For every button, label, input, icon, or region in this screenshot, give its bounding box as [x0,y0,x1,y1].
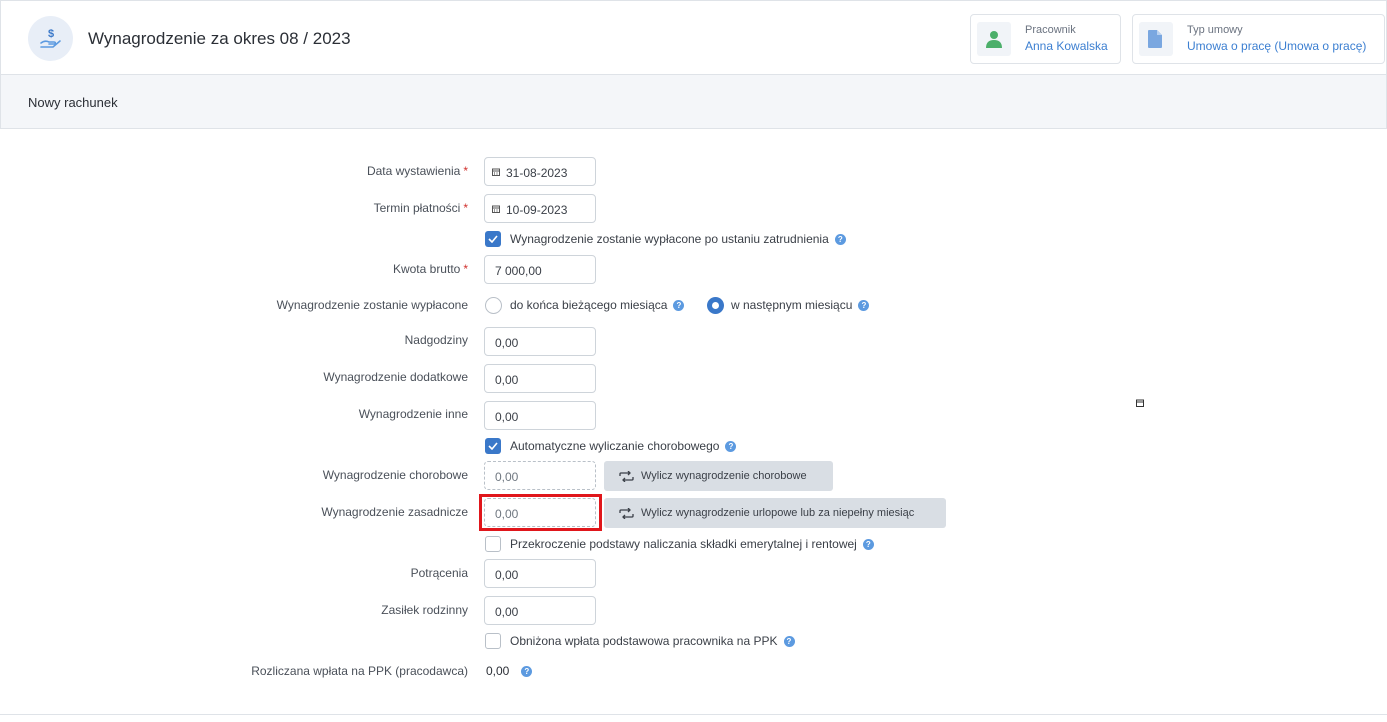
help-icon[interactable]: ? [834,234,846,245]
additional-pay-input[interactable]: 0,00 [484,364,596,393]
refresh-icon [619,471,634,482]
radio-next-month-label: w następnym miesiącu? [731,298,870,312]
other-pay-label: Wynagrodzenie inne [358,407,468,421]
radio-current-month-label: do końca bieżącego miesiąca? [510,298,685,312]
help-icon[interactable]: ? [673,300,685,311]
ppk-employer-value: 0,00? [486,664,533,678]
ppk-reduced-checkbox[interactable] [485,633,501,649]
refresh-icon [619,508,634,519]
check-icon [488,235,498,243]
svg-text:$: $ [48,28,54,40]
other-pay-value: 0,00 [495,410,519,424]
page-title: Wynagrodzenie za okres 08 / 2023 [88,29,351,48]
check-icon [488,442,498,450]
gross-amount-label: Kwota brutto * [392,262,468,276]
payment-term-input[interactable]: 10-09-2023 [484,194,596,223]
sick-pay-input[interactable]: 0,00 [484,461,596,490]
payment-term-label: Termin płatności * [373,201,468,215]
calculate-sick-pay-button[interactable]: Wylicz wynagrodzenie chorobowe [604,461,833,491]
payment-term-value: 10-09-2023 [506,203,568,217]
ppk-employer-label: Rozliczana wpłata na PPK (pracodawca) [251,664,468,678]
help-icon[interactable]: ? [858,300,870,311]
employee-card[interactable]: Pracownik Anna Kowalska [970,14,1121,64]
user-icon [977,22,1011,56]
calendar-icon [492,205,500,213]
employee-label: Pracownik [1025,24,1076,36]
deductions-label: Potrącenia [410,566,468,580]
base-pay-label: Wynagrodzenie zasadnicze [321,505,468,519]
document-icon [1139,22,1173,56]
family-allowance-input[interactable]: 0,00 [484,596,596,625]
help-icon[interactable]: ? [725,441,737,452]
contract-link[interactable]: Umowa o pracę (Umowa o pracę) [1187,39,1366,53]
issue-date-value: 31-08-2023 [506,166,568,180]
overtime-label: Nadgodziny [404,333,468,347]
deductions-input[interactable]: 0,00 [484,559,596,588]
help-icon[interactable]: ? [783,636,795,647]
gross-amount-value: 7 000,00 [495,264,542,278]
contract-card[interactable]: Typ umowy Umowa o pracę (Umowa o pracę) [1132,14,1385,64]
contract-label: Typ umowy [1187,24,1243,36]
pension-limit-label: Przekroczenie podstawy naliczania składk… [510,537,874,551]
required-marker: * [463,201,468,215]
issue-date-label: Data wystawienia * [366,164,468,178]
calculate-vacation-pay-button[interactable]: Wylicz wynagrodzenie urlopowe lub za nie… [604,498,946,528]
sick-pay-label: Wynagrodzenie chorobowe [322,468,468,482]
required-marker: * [463,164,468,178]
dollar-hand-icon: $ [28,16,73,61]
section-title: Nowy rachunek [28,95,118,110]
issue-date-input[interactable]: 31-08-2023 [484,157,596,186]
overtime-input[interactable]: 0,00 [484,327,596,356]
help-icon[interactable]: ? [521,666,533,677]
help-icon[interactable]: ? [862,539,874,550]
additional-pay-value: 0,00 [495,373,519,387]
sick-pay-value: 0,00 [495,470,519,484]
paid-after-termination-label: Wynagrodzenie zostanie wypłacone po usta… [510,232,846,246]
calculate-sick-pay-label: Wylicz wynagrodzenie chorobowe [641,470,807,482]
calendar-icon [492,168,500,176]
page-header: $ Wynagrodzenie za okres 08 / 2023 Praco… [0,0,1387,75]
paid-after-termination-checkbox[interactable] [485,231,501,247]
highlight-box [479,494,602,531]
payout-timing-label: Wynagrodzenie zostanie wypłacone [276,298,468,312]
required-marker: * [463,262,468,276]
radio-next-month[interactable] [707,297,724,314]
radio-current-month[interactable] [485,297,502,314]
auto-sick-pay-checkbox[interactable] [485,438,501,454]
pension-limit-checkbox[interactable] [485,536,501,552]
calculate-vacation-pay-label: Wylicz wynagrodzenie urlopowe lub za nie… [641,507,915,519]
employee-link[interactable]: Anna Kowalska [1025,39,1108,53]
section-bar: Nowy rachunek [0,74,1387,129]
family-allowance-label: Zasiłek rodzinny [381,603,468,617]
family-allowance-value: 0,00 [495,605,519,619]
ppk-reduced-label: Obniżona wpłata podstawowa pracownika na… [510,634,795,648]
auto-sick-pay-label: Automatyczne wyliczanie chorobowego? [510,439,737,453]
overtime-value: 0,00 [495,336,519,350]
other-pay-input[interactable]: 0,00 [484,401,596,430]
deductions-value: 0,00 [495,568,519,582]
divider [0,714,1387,715]
calendar-icon [1136,399,1144,407]
additional-pay-label: Wynagrodzenie dodatkowe [323,370,468,384]
gross-amount-input[interactable]: 7 000,00 [484,255,596,284]
